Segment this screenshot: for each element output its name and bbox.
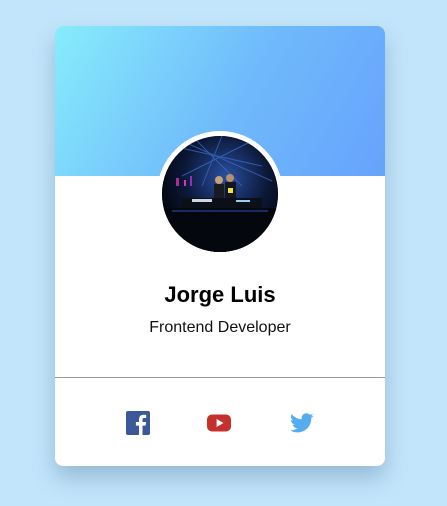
profile-card: Jorge Luis Frontend Developer (55, 26, 385, 466)
avatar (162, 136, 278, 252)
profile-role: Frontend Developer (149, 319, 291, 336)
facebook-icon (126, 411, 150, 435)
avatar-frame (157, 131, 283, 257)
youtube-icon (207, 414, 231, 432)
facebook-link[interactable] (126, 411, 150, 435)
twitter-link[interactable] (290, 411, 314, 435)
youtube-link[interactable] (207, 411, 231, 435)
avatar-photo (162, 136, 278, 252)
profile-name: Jorge Luis (164, 282, 276, 307)
twitter-icon (290, 413, 314, 433)
card-divider (55, 377, 385, 378)
